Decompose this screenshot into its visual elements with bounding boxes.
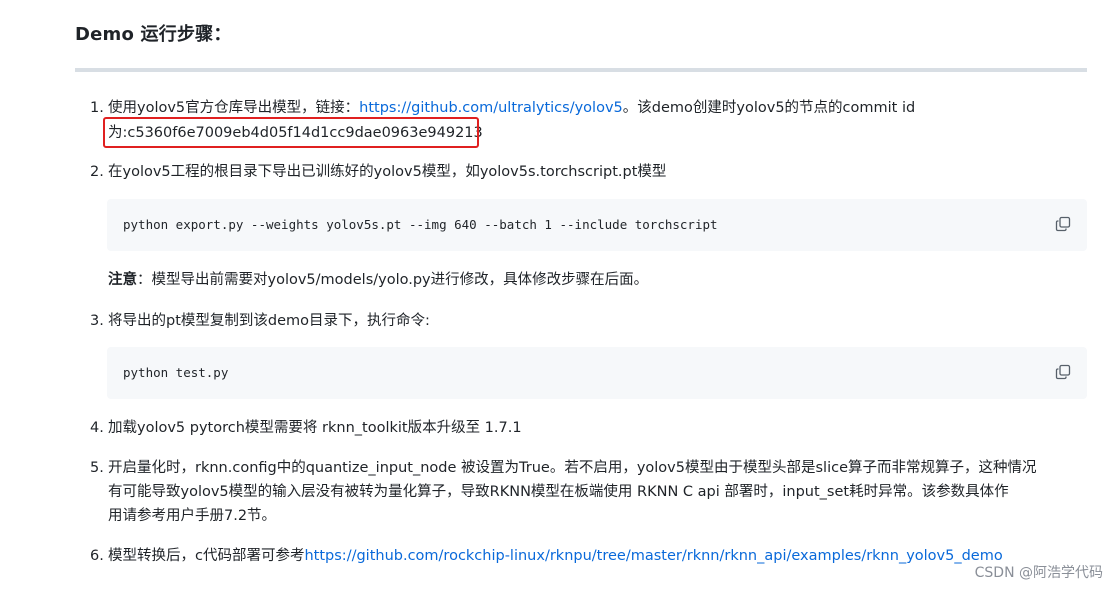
code-text: python test.py (123, 365, 229, 380)
list-item-text: 使用yolov5官方仓库导出模型，链接：https://github.com/u… (108, 98, 915, 118)
list-item-text: 在yolov5工程的根目录下导出已训练好的yolov5模型，如yolov5s.t… (108, 164, 667, 180)
copy-icon[interactable] (1055, 216, 1071, 232)
list-item-number: 5. (90, 460, 104, 476)
commit-id-highlight-box (103, 117, 479, 148)
csdn-watermark: CSDN @阿浩学代码 (974, 565, 1103, 581)
rknn-yolov5-demo-link[interactable]: https://github.com/rockchip-linux/rknpu/… (304, 548, 1002, 564)
step1-text-after: 。该demo创建时yolov5的节点的commit id (622, 100, 916, 116)
list-item-number: 2. (90, 164, 104, 180)
note-text: 注意：模型导出前需要对yolov5/models/yolo.py进行修改，具体修… (108, 270, 648, 290)
list-item-number: 4. (90, 420, 104, 436)
list-item-number: 1. (90, 100, 104, 116)
list-item-number: 3. (90, 313, 104, 329)
list-item-text: 加载yolov5 pytorch模型需要将 rknn_toolkit版本升级至 … (108, 420, 522, 436)
yolov5-repo-link[interactable]: https://github.com/ultralytics/yolov5 (359, 100, 623, 116)
copy-icon[interactable] (1055, 364, 1071, 380)
list-item-text: 模型转换后，c代码部署可参考https://github.com/rockchi… (108, 546, 1003, 566)
list-item-text: 用请参考用户手册7.2节。 (108, 508, 277, 524)
list-item-text: 开启量化时，rknn.config中的quantize_input_node 被… (108, 460, 1037, 476)
note-label: 注意 (108, 272, 137, 288)
list-item-text: 有可能导致yolov5模型的输入层没有被转为量化算子，导致RKNN模型在板端使用… (108, 484, 1009, 500)
code-text: python export.py --weights yolov5s.pt --… (123, 217, 718, 232)
steps-list: 1. 使用yolov5官方仓库导出模型，链接：https://github.co… (0, 0, 1117, 591)
note-body: ：模型导出前需要对yolov5/models/yolo.py进行修改，具体修改步… (137, 272, 649, 288)
step6-text: 模型转换后，c代码部署可参考 (108, 548, 305, 564)
list-item-number: 6. (90, 548, 104, 564)
code-block-test: python test.py (107, 347, 1087, 399)
step1-text-before: 使用yolov5官方仓库导出模型，链接： (108, 100, 360, 116)
list-item-text: 将导出的pt模型复制到该demo目录下，执行命令: (108, 313, 430, 329)
code-block-export: python export.py --weights yolov5s.pt --… (107, 199, 1087, 251)
